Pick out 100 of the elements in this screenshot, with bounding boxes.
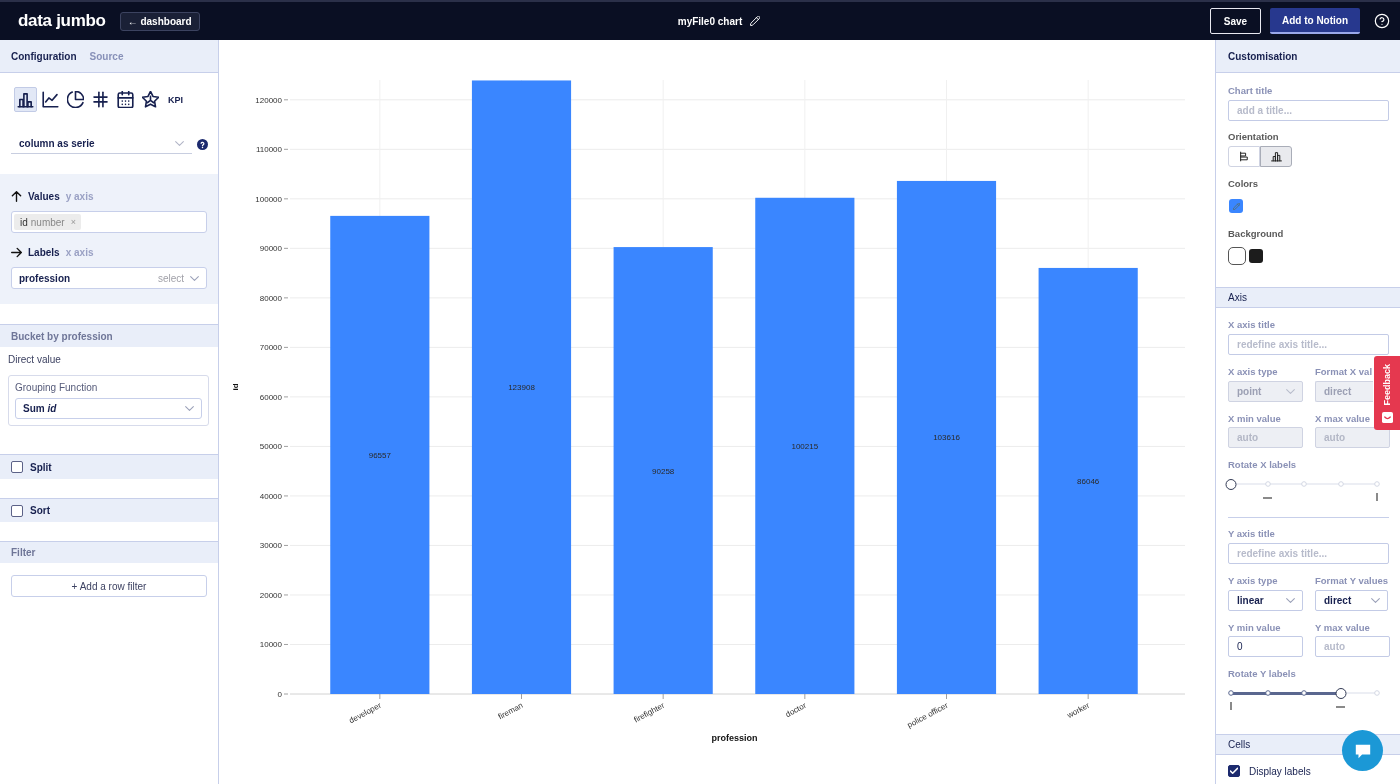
color-swatch[interactable] (1228, 247, 1246, 265)
chevron-down-icon (1286, 596, 1295, 605)
axis-hint: x axis (65, 246, 94, 258)
section-label: Values (28, 190, 60, 202)
y-axis-tick-label: 120000 (255, 95, 282, 105)
field-label: Y max value (1315, 622, 1370, 634)
field-label: X axis title (1228, 319, 1275, 331)
data-label: 103616 (933, 433, 960, 443)
y-axis-tick-label: 60000 (259, 392, 282, 402)
field-label: Orientation (1228, 131, 1279, 143)
calendar-icon (117, 91, 134, 108)
checkbox[interactable] (1228, 765, 1240, 777)
field-label: Y axis type (1228, 575, 1278, 587)
field-label: Colors (1228, 178, 1259, 190)
vertical-bars-icon (1270, 151, 1282, 162)
value-input[interactable]: auto (1315, 636, 1390, 657)
grouping-select[interactable]: Sum id (15, 398, 202, 419)
dropdown-select[interactable]: linear (1228, 590, 1303, 611)
smiley-icon (1381, 411, 1393, 423)
data-label: 100215 (791, 441, 819, 451)
y-axis-tick-label: 70000 (259, 343, 282, 353)
vertical-line-icon (1376, 493, 1378, 501)
horizontal-line-icon (1336, 706, 1345, 708)
arrow-up-icon (11, 190, 22, 202)
feedback-tab[interactable]: Feedback (1374, 356, 1400, 430)
horizontal-line-icon (1263, 497, 1272, 499)
field-label: X axis type (1228, 366, 1278, 378)
field-chip[interactable]: id number × (14, 214, 81, 230)
series-mode-select[interactable]: column as serie (11, 134, 192, 154)
y-axis-tick-label: 40000 (259, 491, 282, 501)
color-swatch[interactable] (1229, 199, 1243, 213)
slider-stop-icon (1301, 690, 1307, 696)
slider-thumb[interactable] (1225, 478, 1237, 490)
help-icon (197, 138, 208, 150)
save-button[interactable]: Save (1210, 8, 1261, 34)
data-label: 96557 (368, 450, 391, 460)
field-label: Format Y values (1315, 575, 1389, 587)
axis-title: profession (711, 733, 758, 743)
y-axis-tick-label: 50000 (259, 442, 282, 452)
labels-select[interactable]: profession select (11, 267, 207, 289)
field-label: Grouping Function (15, 382, 98, 394)
add-filter-button[interactable]: + Add a row filter (11, 575, 207, 597)
star-icon (142, 91, 159, 108)
slider-stop-icon (1374, 690, 1380, 696)
axis-hint: y axis (65, 190, 94, 202)
axis-title-input[interactable]: redefine axis title... (1228, 543, 1389, 564)
field-label: Y axis title (1228, 528, 1275, 540)
arrow-right-icon (11, 246, 22, 258)
vertical-line-icon (1230, 702, 1232, 710)
orientation-toggle[interactable] (1228, 146, 1260, 167)
slider-thumb[interactable] (1335, 687, 1346, 699)
field-label: Chart title (1228, 85, 1273, 97)
values-field[interactable]: id number × (11, 211, 207, 233)
checkbox[interactable] (11, 461, 23, 473)
slider-stop-icon (1228, 690, 1234, 696)
section-header: Filter (11, 547, 36, 558)
chevron-down-icon (175, 139, 184, 148)
document-title: myFile0 chart (677, 15, 743, 27)
section-header: Axis (1228, 292, 1247, 303)
data-label: 90258 (652, 466, 675, 476)
checkbox-label: Display labels (1249, 765, 1311, 777)
section-header: Bucket by profession (11, 330, 113, 342)
section-header: Cells (1228, 739, 1251, 750)
panel-title: Customisation (1228, 50, 1298, 62)
horizontal-bars-icon (1238, 151, 1250, 162)
field-label: Format X val (1315, 366, 1373, 378)
orientation-toggle[interactable] (1260, 146, 1292, 167)
app-logo: data jumbo (18, 11, 106, 31)
bar-chart-icon (17, 91, 34, 108)
slider-stop-icon (1264, 690, 1271, 696)
panel-tab[interactable]: Configuration (11, 50, 77, 62)
axis-title-input[interactable]: redefine axis title... (1228, 334, 1389, 355)
primary-button[interactable]: Add to Notion (1270, 8, 1360, 34)
chart-type-button[interactable] (14, 87, 37, 112)
field-label: X min value (1228, 413, 1281, 425)
chevron-down-icon (185, 404, 194, 413)
field-label: Background (1228, 228, 1284, 240)
pie-chart-icon (67, 91, 84, 108)
chart-title-input[interactable]: add a title... (1228, 100, 1389, 121)
chevron-down-icon (190, 273, 199, 283)
y-axis-tick-label: 100000 (255, 194, 282, 204)
bucket-mode-label: Direct value (8, 354, 61, 366)
toggle-label: Split (30, 461, 52, 473)
dropdown-select[interactable]: direct (1315, 590, 1388, 611)
color-swatch[interactable] (1249, 249, 1263, 263)
line-chart-icon (42, 91, 59, 108)
help-icon (1374, 13, 1390, 29)
pencil-icon (1232, 202, 1240, 210)
data-label: 86046 (1077, 476, 1100, 486)
y-axis-tick-label: 10000 (259, 640, 282, 650)
slider-stop-icon (1337, 481, 1344, 487)
chart-type-button[interactable]: KPI (164, 87, 187, 112)
y-axis-tick-label: 110000 (255, 145, 282, 155)
field-label: Rotate Y labels (1228, 668, 1296, 680)
checkbox[interactable] (11, 504, 23, 517)
back-button[interactable]: ← dashboard (119, 11, 200, 31)
axis-title: id (231, 383, 240, 391)
value-input[interactable]: 0 (1228, 636, 1303, 657)
y-axis-tick-label: 80000 (259, 293, 282, 303)
field-label: Y min value (1228, 622, 1281, 634)
